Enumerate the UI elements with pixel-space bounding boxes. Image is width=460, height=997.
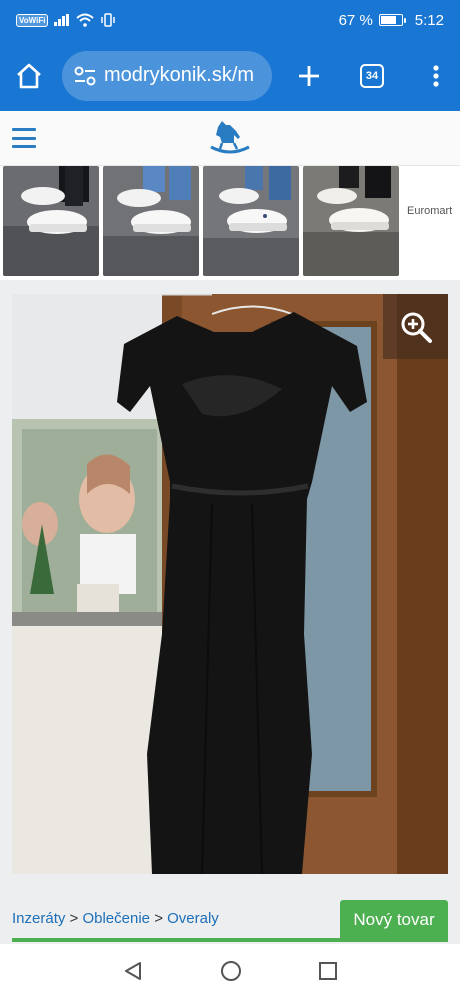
new-tab-icon[interactable] xyxy=(296,63,322,89)
status-bar: VoWiFi 67 % 5:12 xyxy=(0,0,460,40)
site-header xyxy=(0,111,460,166)
wifi-icon xyxy=(76,13,95,27)
ad-thumbnail[interactable] xyxy=(103,166,199,276)
status-right: 67 % 5:12 xyxy=(339,12,444,29)
breadcrumb-overaly[interactable]: Overaly xyxy=(167,910,219,927)
listing-photo[interactable] xyxy=(12,294,448,874)
home-nav-icon[interactable] xyxy=(220,960,242,982)
system-nav-bar xyxy=(0,944,460,997)
battery-fill xyxy=(380,16,396,24)
url-text: modrykonik.sk/m xyxy=(104,64,255,86)
battery-icon xyxy=(378,14,406,26)
site-settings-icon[interactable] xyxy=(74,66,96,86)
browser-toolbar: modrykonik.sk/m 34 xyxy=(0,40,460,111)
zoom-in-icon xyxy=(401,312,432,343)
signal-icon xyxy=(54,14,70,26)
ad-banner[interactable]: Euromart xyxy=(0,166,460,278)
home-icon[interactable] xyxy=(14,61,44,91)
rocking-horse-logo[interactable] xyxy=(208,117,252,157)
new-item-badge: Nový tovar xyxy=(340,900,448,940)
battery-percent: 67 % xyxy=(338,11,373,29)
ad-advertiser[interactable]: Euromart xyxy=(407,205,452,217)
recents-icon[interactable] xyxy=(318,961,338,981)
ad-thumbnail[interactable] xyxy=(303,166,399,276)
breadcrumb: Inzeráty > Oblečenie > Overaly xyxy=(12,910,219,927)
ad-thumbnail[interactable] xyxy=(203,166,299,276)
vibrate-icon xyxy=(101,13,116,27)
ad-thumbnail[interactable] xyxy=(3,166,99,276)
vowifi-badge: VoWiFi xyxy=(16,13,49,27)
breadcrumb-separator: > xyxy=(69,910,79,927)
menu-dots-icon[interactable] xyxy=(432,64,440,88)
address-bar[interactable]: modrykonik.sk/m xyxy=(62,50,272,101)
tabs-icon[interactable]: 34 xyxy=(360,63,384,88)
hamburger-icon[interactable] xyxy=(12,128,36,148)
clock: 5:12 xyxy=(414,11,444,29)
breadcrumb-inzeraty[interactable]: Inzeráty xyxy=(12,910,65,927)
zoom-button[interactable] xyxy=(383,294,448,359)
breadcrumb-separator: > xyxy=(154,910,163,927)
status-left: VoWiFi xyxy=(16,13,116,27)
back-icon[interactable] xyxy=(122,960,144,982)
badge-underline xyxy=(12,938,448,942)
breadcrumb-oblecenie[interactable]: Oblečenie xyxy=(82,910,150,927)
